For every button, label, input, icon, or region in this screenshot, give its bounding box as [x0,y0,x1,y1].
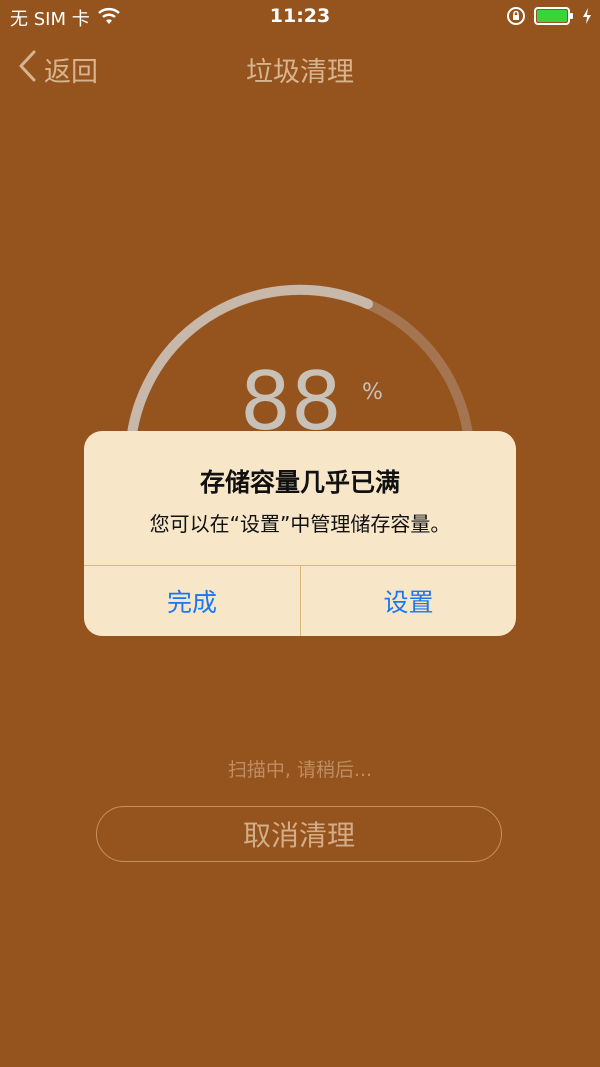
alert-message: 您可以在“设置”中管理储存容量。 [149,512,451,536]
scan-status: 扫描中, 请稍后... [227,759,373,781]
done-button[interactable]: 完成 [84,566,300,636]
screen: 无 SIM 卡 11:23 返回 垃圾清理 88 % 扫描中, 请稍后... 取… [0,0,600,1067]
nav-bar: 返回 垃圾清理 [0,34,600,100]
status-right [506,6,592,31]
rotation-lock-icon [506,6,526,31]
gauge-value: 88 [240,355,342,448]
alert-title: 存储容量几乎已满 [199,468,400,497]
storage-alert: 存储容量几乎已满 您可以在“设置”中管理储存容量。 完成 设置 [84,431,516,636]
charging-icon [582,7,592,30]
status-bar: 无 SIM 卡 11:23 [0,0,600,34]
settings-button[interactable]: 设置 [301,566,516,636]
cancel-clean-button[interactable]: 取消清理 [96,806,502,862]
gauge-unit: % [362,380,383,405]
page-title: 垃圾清理 [246,57,354,88]
battery-icon [534,7,574,30]
